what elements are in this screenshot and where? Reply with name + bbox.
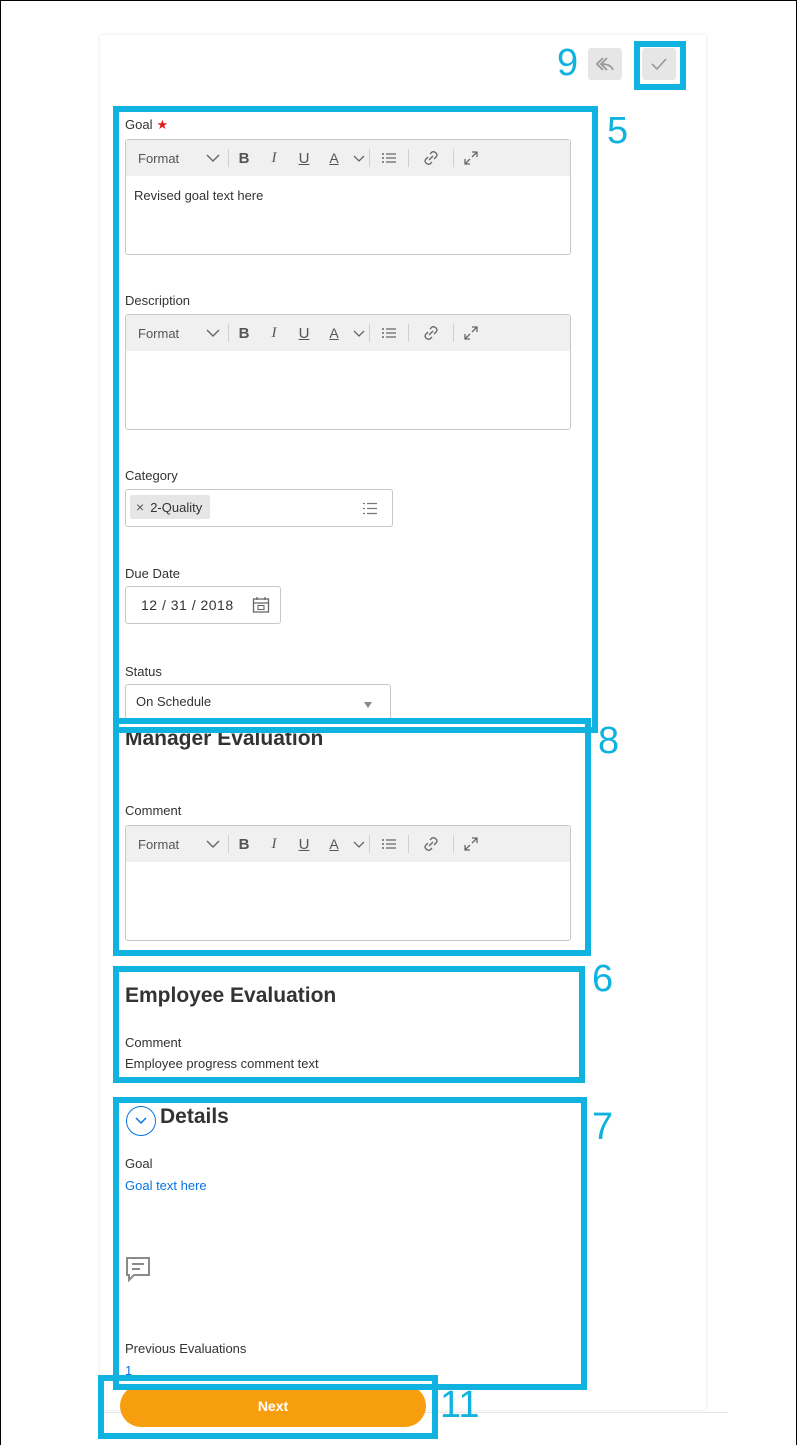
callout-number-11: 11 — [440, 1384, 480, 1426]
reply-arrow-icon — [595, 57, 614, 71]
callout-number-5: 5 — [607, 110, 629, 152]
callout-number-9: 9 — [557, 42, 579, 84]
callout-number-7: 7 — [592, 1106, 614, 1148]
callout-box-8 — [113, 718, 591, 956]
callout-box-7 — [113, 1097, 587, 1390]
callout-box-11 — [98, 1375, 438, 1439]
callout-box-6 — [113, 966, 585, 1083]
callout-box-5 — [113, 106, 598, 733]
callout-box-9 — [634, 41, 686, 90]
callout-number-8: 8 — [598, 720, 620, 762]
callout-number-6: 6 — [592, 958, 614, 1000]
reply-button[interactable] — [588, 48, 622, 80]
